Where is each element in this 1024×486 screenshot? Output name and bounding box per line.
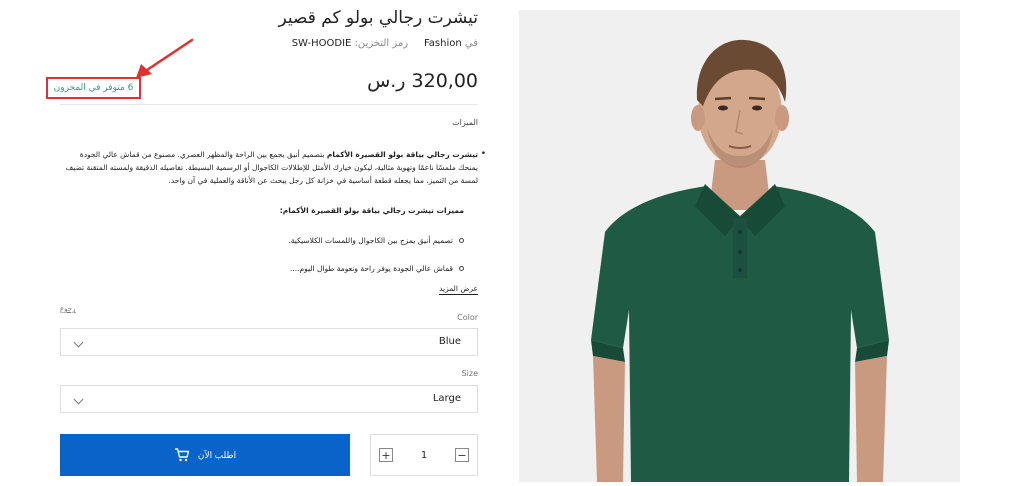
circle-bullet-icon	[459, 266, 464, 271]
color-select-value: Blue	[438, 336, 461, 347]
list-item: تصميم أنيق يمزج بين الكاجوال واللمسات ال…	[288, 236, 464, 245]
circle-bullet-icon	[459, 238, 464, 243]
stock-highlight-box: 6 متوفر في المخزون	[46, 77, 141, 99]
model-photo	[519, 10, 960, 482]
list-item-text: قماش عالي الجودة يوفر راحة ونعومة طوال ا…	[289, 264, 453, 273]
sku-value: SW-HOODIE	[291, 38, 352, 49]
list-item: قماش عالي الجودة يوفر راحة ونعومة طوال ا…	[290, 264, 464, 273]
size-select[interactable]: Large	[60, 385, 478, 413]
size-select-value: Large	[432, 393, 461, 404]
description-paragraph: • تيشرت رجالي بياقة بولو القصيرة الأكمام…	[58, 148, 486, 187]
color-label: Color	[457, 313, 478, 322]
description-bold: تيشرت رجالي بياقة بولو القصيرة الأكمام	[326, 150, 478, 159]
list-item-text: تصميم أنيق يمزج بين الكاجوال واللمسات ال…	[288, 236, 453, 245]
features-subheading: مميزات تيشرت رجالي بياقة بولو القصيرة ال…	[279, 206, 464, 215]
quantity-decrease-button[interactable]: −	[455, 448, 469, 462]
product-image[interactable]	[519, 10, 960, 482]
brand-link[interactable]: Fashion	[424, 38, 462, 49]
quantity-stepper: + 1 −	[370, 434, 478, 476]
chevron-down-icon	[73, 337, 84, 348]
color-select[interactable]: Blue	[60, 328, 478, 356]
product-title: تيشرت رجالي بولو كم قصير	[278, 8, 478, 28]
buy-now-button[interactable]: اطلب الآن	[60, 434, 350, 476]
product-info: تيشرت رجالي بولو كم قصير في Fashion رمز …	[0, 0, 500, 486]
bullet-icon: •	[480, 149, 486, 159]
quantity-increase-button[interactable]: +	[379, 448, 393, 462]
stock-status: 6 متوفر في المخزون	[53, 83, 134, 93]
cart-icon	[174, 448, 190, 462]
divider	[60, 104, 478, 105]
reset-variations-link[interactable]: رجوع	[60, 305, 76, 313]
size-label: Size	[461, 369, 478, 378]
quantity-value[interactable]: 1	[421, 450, 427, 461]
product-meta: في Fashion رمز التخزين: SW-HOODIE	[292, 38, 478, 49]
brand-prefix: في	[464, 38, 478, 49]
sku-label: رمز التخزين:	[354, 38, 409, 49]
show-more-link[interactable]: عرض المزيد	[439, 284, 478, 295]
product-price: 320,00 ر.س	[367, 70, 478, 92]
annotation-arrow-icon	[136, 38, 194, 78]
chevron-down-icon	[73, 394, 84, 405]
buy-now-label: اطلب الآن	[197, 449, 237, 460]
features-heading: الميزات	[452, 118, 478, 127]
